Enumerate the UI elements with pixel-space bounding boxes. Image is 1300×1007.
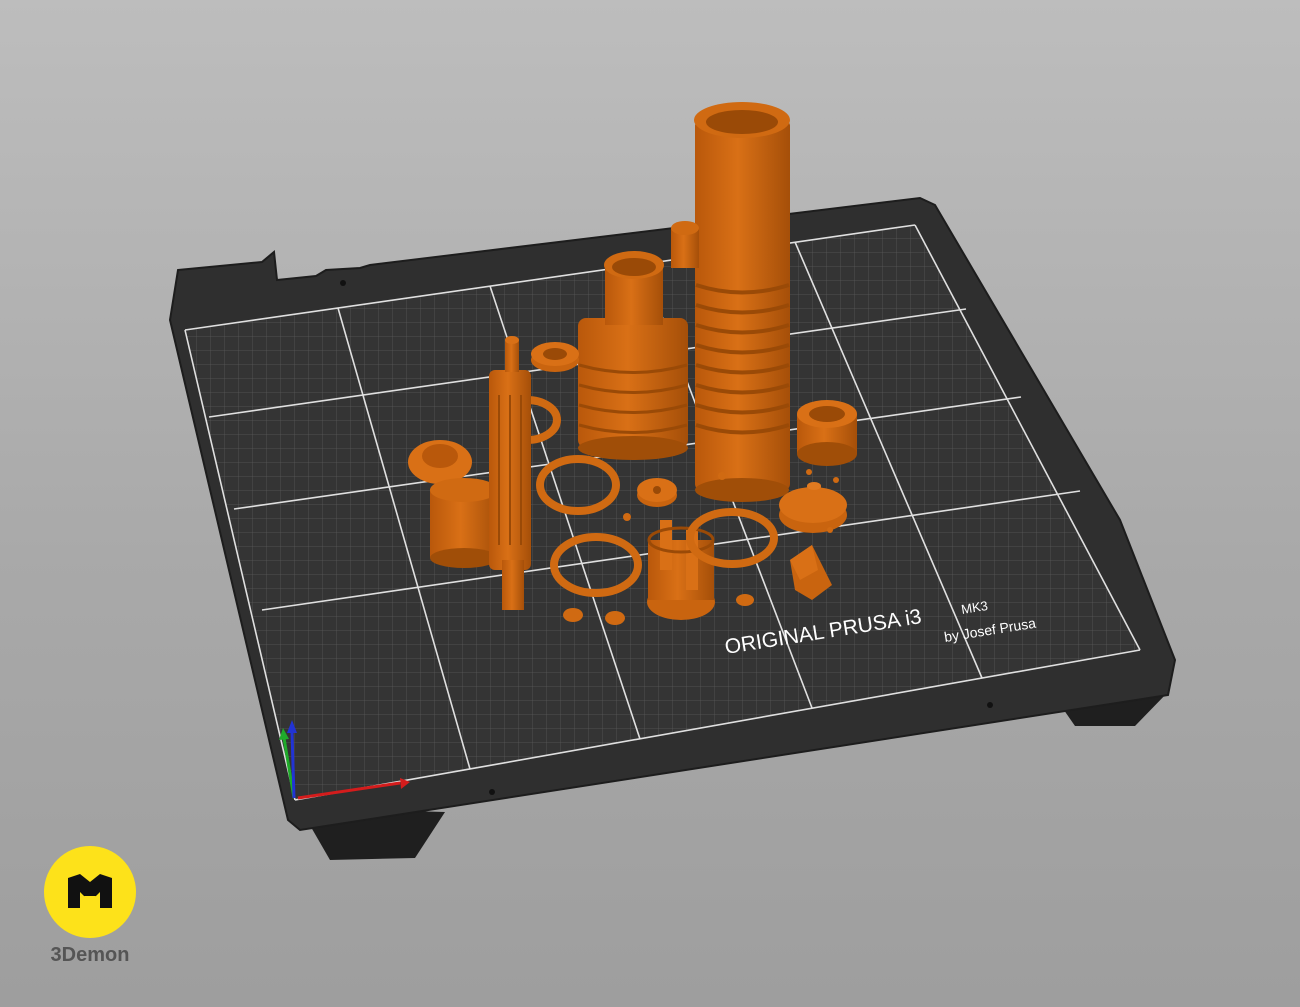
logo-text: 3Demon xyxy=(50,944,130,966)
part-small-disc[interactable] xyxy=(637,478,677,507)
part-ring-stack[interactable] xyxy=(531,342,579,372)
3demon-logo: 3Demon xyxy=(44,846,136,966)
3d-viewport[interactable]: ORIGINAL PRUSA i3 MK3 by Josef Prusa xyxy=(0,0,1300,1007)
part-long-grip[interactable] xyxy=(489,336,531,610)
part-tall-tube[interactable] xyxy=(694,102,790,502)
3demon-logo-icon xyxy=(44,846,136,938)
part-threaded-ring[interactable] xyxy=(797,400,857,466)
part-small-ring-back[interactable] xyxy=(671,221,699,268)
